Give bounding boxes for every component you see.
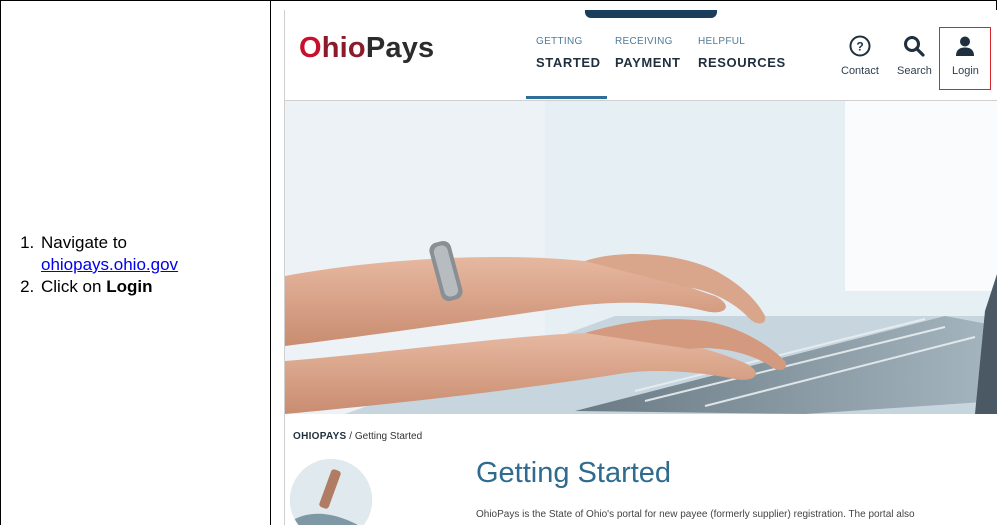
- nav-helpful-resources-big: RESOURCES: [698, 55, 786, 70]
- step-2: Click on Login: [39, 276, 260, 298]
- step-1-text: Navigate to: [41, 233, 127, 252]
- nav-getting-started-big: STARTED: [536, 55, 601, 70]
- getting-started-thumbnail: [290, 459, 372, 525]
- svg-text:?: ?: [856, 40, 863, 54]
- instructions-cell: Navigate to ohiopays.ohio.gov Click on Lo…: [10, 232, 260, 298]
- contact-button[interactable]: ? Contact: [841, 35, 879, 77]
- nav-receiving-payment[interactable]: RECEIVING PAYMENT: [615, 36, 681, 70]
- help-circle-icon: ?: [849, 35, 871, 57]
- site-header: OhioPays GETTING STARTED RECEIVING PAYME…: [285, 10, 997, 101]
- instructions-list: Navigate to ohiopays.ohio.gov Click on Lo…: [10, 232, 260, 298]
- ohiopays-logo[interactable]: OhioPays: [299, 32, 434, 65]
- nav-receiving-payment-big: PAYMENT: [615, 55, 681, 70]
- nav-helpful-resources[interactable]: HELPFUL RESOURCES: [698, 36, 786, 70]
- typing-on-laptop-photo: [285, 101, 997, 414]
- step-2-text: Click on: [41, 277, 107, 296]
- search-icon: [904, 36, 926, 57]
- breadcrumb: OHIOPAYS / Getting Started: [293, 431, 422, 442]
- login-highlight-box: [939, 27, 991, 90]
- intro-text: OhioPays is the State of Ohio's portal f…: [476, 509, 915, 520]
- thumbnail-photo: [290, 459, 372, 525]
- nav-getting-started[interactable]: GETTING STARTED: [536, 36, 601, 70]
- logo-hio: hio: [321, 32, 366, 64]
- logo-o: O: [299, 32, 322, 64]
- ohiopays-link[interactable]: ohiopays.ohio.gov: [41, 255, 178, 274]
- search-button[interactable]: Search: [897, 35, 932, 77]
- nav-getting-started-small: GETTING: [536, 36, 583, 47]
- breadcrumb-home[interactable]: OHIOPAYS: [293, 431, 347, 442]
- nav-active-indicator: [526, 96, 607, 99]
- ohiopays-screenshot: OhioPays GETTING STARTED RECEIVING PAYME…: [284, 10, 997, 525]
- breadcrumb-current: Getting Started: [354, 431, 423, 442]
- nav-helpful-resources-small: HELPFUL: [698, 36, 746, 47]
- nav-receiving-payment-small: RECEIVING: [615, 36, 673, 47]
- search-label: Search: [897, 65, 932, 77]
- contact-label: Contact: [841, 65, 879, 77]
- breadcrumb-separator: /: [346, 431, 355, 442]
- hero-image: [285, 101, 997, 414]
- column-divider: [270, 0, 271, 525]
- step-1: Navigate to ohiopays.ohio.gov: [39, 232, 260, 276]
- page-title: Getting Started: [476, 457, 672, 489]
- top-tab-indicator: [585, 10, 717, 18]
- logo-pays: Pays: [365, 32, 435, 64]
- step-2-login-emphasis: Login: [106, 277, 153, 296]
